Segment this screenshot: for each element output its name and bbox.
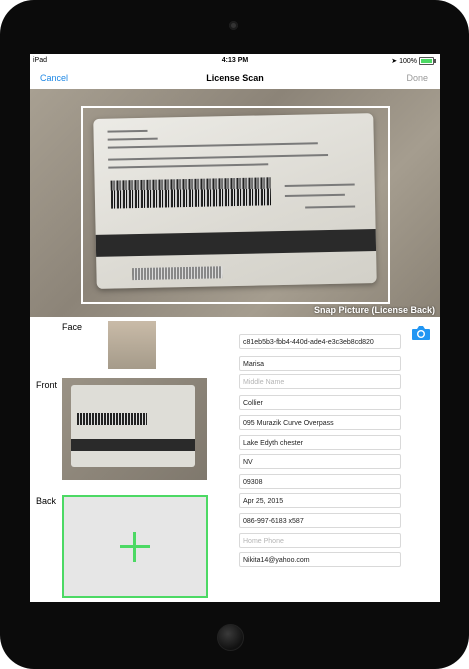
- screen: iPad 4:13 PM ➤ 100% Cancel License Scan …: [30, 54, 440, 602]
- face-thumbnail[interactable]: [108, 321, 156, 369]
- scan-frame: [81, 106, 390, 304]
- email-field[interactable]: Nikita14@yahoo.com: [239, 552, 401, 567]
- status-time: 4:13 PM: [221, 57, 249, 64]
- city-field[interactable]: Lake Edyth chester: [239, 435, 401, 450]
- first-name-field[interactable]: Marisa: [239, 356, 401, 371]
- back-label: Back: [36, 496, 57, 506]
- state-field[interactable]: NV: [239, 454, 401, 469]
- home-phone-field[interactable]: Home Phone: [239, 533, 401, 548]
- street-field[interactable]: 095 Murazik Curve Overpass: [239, 415, 401, 430]
- face-label: Face: [62, 322, 83, 332]
- status-bar: iPad 4:13 PM ➤ 100%: [30, 54, 440, 68]
- plus-icon: [120, 531, 150, 562]
- front-label: Front: [36, 380, 58, 390]
- status-right: ➤ 100%: [391, 57, 436, 65]
- card-magnetic-stripe: [71, 439, 195, 451]
- last-name-field[interactable]: Collier: [239, 395, 401, 410]
- id-field[interactable]: c81eb5b3-fbb4-440d-ade4-e3c3eb8cd820: [239, 334, 401, 349]
- front-card-image: [71, 385, 195, 467]
- middle-name-field[interactable]: Middle Name: [239, 374, 401, 389]
- battery-percent: 100%: [399, 57, 417, 65]
- camera-icon[interactable]: [411, 325, 431, 341]
- zip-field[interactable]: 09308: [239, 474, 401, 489]
- front-camera: [229, 21, 238, 30]
- snap-picture-button[interactable]: Snap Picture (License Back): [314, 305, 435, 315]
- back-thumbnail-add[interactable]: [62, 495, 208, 598]
- card-pdf417-barcode: [77, 413, 147, 425]
- date-field[interactable]: Apr 25, 2015: [239, 493, 401, 508]
- camera-preview[interactable]: Snap Picture (License Back): [30, 89, 440, 317]
- battery-icon: [419, 57, 436, 65]
- home-button[interactable]: [217, 624, 244, 651]
- page-title: License Scan: [206, 73, 264, 83]
- ipad-frame: iPad 4:13 PM ➤ 100% Cancel License Scan …: [0, 0, 469, 669]
- location-icon: ➤: [391, 58, 398, 65]
- phone-field[interactable]: 086-997-6183 x587: [239, 513, 401, 528]
- front-thumbnail[interactable]: [62, 378, 207, 480]
- nav-bar: Cancel License Scan Done: [30, 68, 440, 90]
- done-button[interactable]: Done: [406, 73, 428, 83]
